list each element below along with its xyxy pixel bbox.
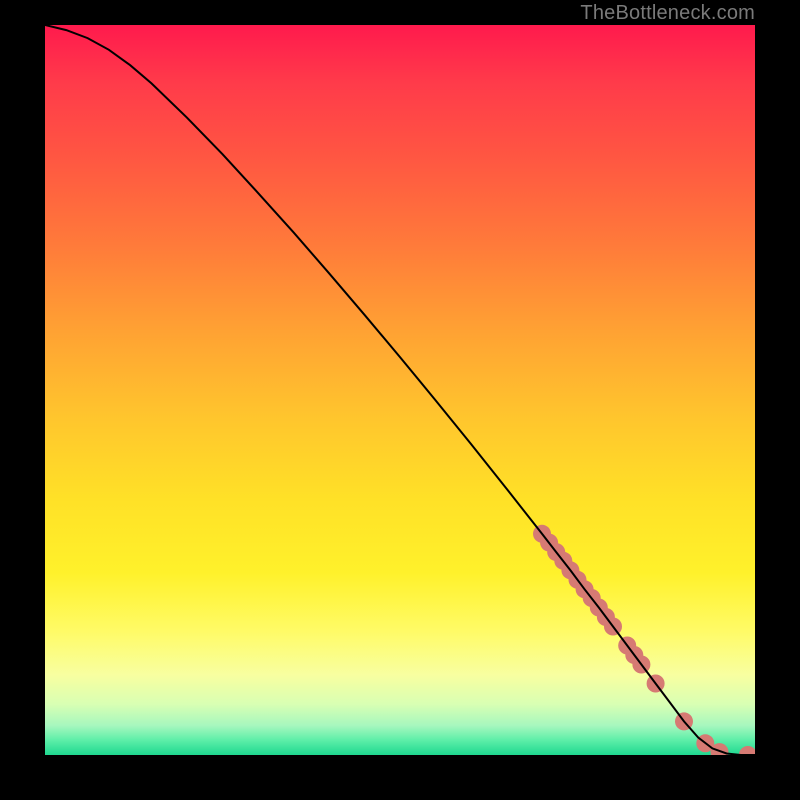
chart-stage: TheBottleneck.com [0,0,800,800]
plot-area [45,25,755,755]
curve-line [45,25,755,755]
watermark-text: TheBottleneck.com [580,2,755,25]
data-point [739,746,755,755]
scatter-points [533,525,755,755]
chart-overlay [45,25,755,755]
